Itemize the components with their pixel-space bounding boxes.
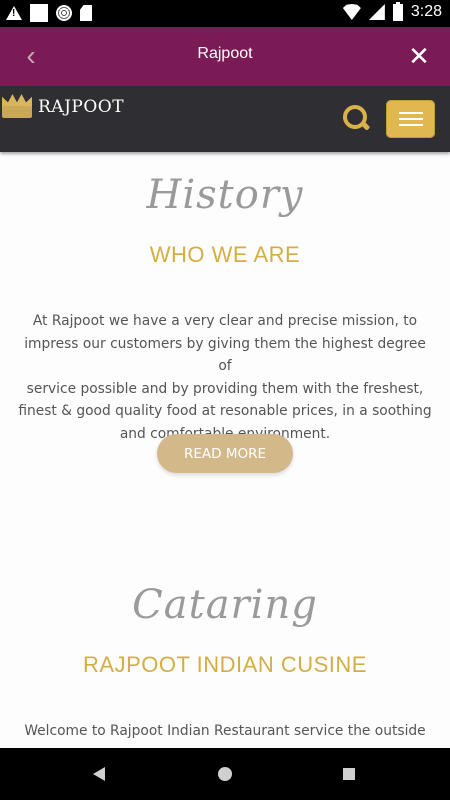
- history-line: finest & good quality food at resonable …: [18, 403, 432, 419]
- nav-recents-icon[interactable]: [343, 768, 355, 780]
- site-header: RAJPOOT: [0, 86, 450, 152]
- history-script-title: History: [146, 172, 304, 218]
- history-line: At Rajpoot we have a very clear and prec…: [32, 313, 418, 329]
- search-icon[interactable]: [342, 104, 371, 132]
- catering-line: Welcome to Rajpoot Indian Restaurant ser…: [24, 723, 426, 739]
- menu-button[interactable]: [386, 100, 435, 138]
- square-icon: [30, 4, 48, 22]
- battery-icon: [392, 1, 403, 21]
- catering-paragraph: Welcome to Rajpoot Indian Restaurant ser…: [16, 720, 434, 743]
- wifi-icon: [342, 4, 361, 20]
- history-heading: WHO WE ARE: [149, 242, 301, 267]
- warning-icon: [6, 6, 22, 20]
- status-time: 3:28: [410, 3, 442, 20]
- nav-back-icon[interactable]: [93, 767, 105, 781]
- history-paragraph: At Rajpoot we have a very clear and prec…: [16, 310, 434, 445]
- status-bar: 3:28: [0, 0, 450, 27]
- sd-card-icon: [80, 5, 92, 21]
- logo-text: RAJPOOT: [38, 97, 125, 117]
- catering-script-title: Cataring: [132, 582, 318, 628]
- nav-home-icon[interactable]: [218, 767, 232, 781]
- history-line: service possible and by providing them w…: [26, 380, 424, 397]
- hamburger-icon: [398, 112, 423, 114]
- sync-icon: [56, 5, 72, 21]
- close-icon[interactable]: ✕: [402, 39, 436, 73]
- crown-icon: [0, 94, 34, 120]
- history-line: impress our customers by giving them the…: [24, 335, 426, 375]
- title-bar: ‹ Rajpoot ✕: [0, 27, 450, 86]
- catering-heading: RAJPOOT INDIAN CUSINE: [83, 652, 367, 677]
- page-title: Rajpoot: [197, 45, 253, 62]
- logo[interactable]: RAJPOOT: [0, 94, 124, 120]
- read-more-button[interactable]: READ MORE: [157, 434, 293, 473]
- system-nav-bar: [0, 748, 450, 800]
- cellular-icon: [368, 4, 385, 20]
